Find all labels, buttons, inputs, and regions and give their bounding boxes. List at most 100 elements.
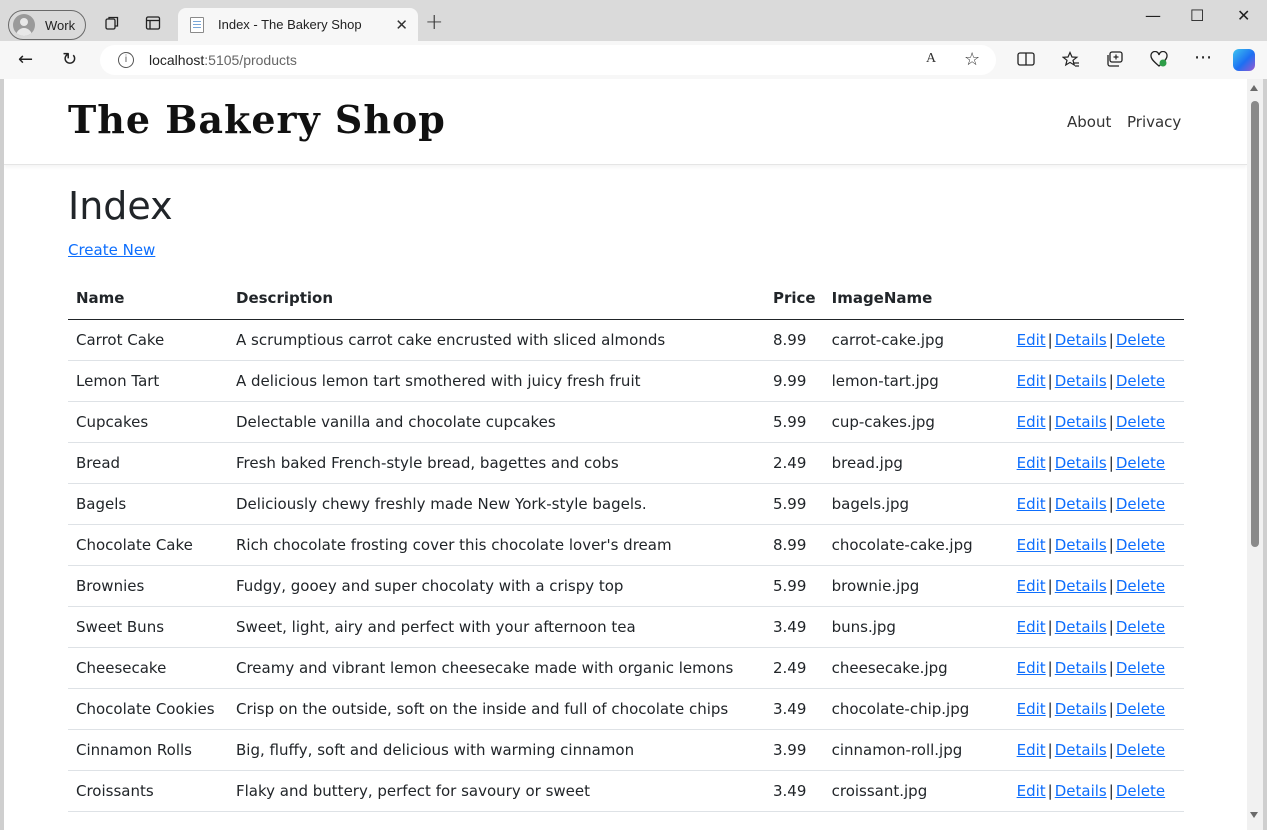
- row-actions-cell: Edit | Details | Delete: [1006, 770, 1184, 812]
- delete-link[interactable]: Delete: [1116, 618, 1165, 636]
- details-link[interactable]: Details: [1055, 495, 1107, 513]
- details-link[interactable]: Details: [1055, 331, 1107, 349]
- site-brand[interactable]: The Bakery Shop: [68, 97, 446, 142]
- details-link[interactable]: Details: [1055, 618, 1107, 636]
- new-tab-icon[interactable]: +: [425, 12, 443, 34]
- vertical-tabs-icon[interactable]: [144, 14, 162, 32]
- column-header-actions: [1006, 277, 1184, 320]
- delete-link[interactable]: Delete: [1116, 331, 1165, 349]
- create-new-link[interactable]: Create New: [68, 241, 155, 259]
- favorites-icon[interactable]: [1061, 51, 1080, 71]
- address-bar[interactable]: i localhost:5105/products A ☆: [100, 45, 996, 75]
- more-options-icon[interactable]: ⋯: [1194, 47, 1212, 68]
- row-actions-cell: Edit | Details | Delete: [1006, 319, 1184, 361]
- product-image-name-cell: carrot-cake.jpg: [823, 319, 1007, 361]
- delete-link[interactable]: Delete: [1116, 372, 1165, 390]
- row-actions-cell: Edit | Details | Delete: [1006, 606, 1184, 648]
- delete-link[interactable]: Delete: [1116, 741, 1165, 759]
- nav-privacy-link[interactable]: Privacy: [1127, 113, 1181, 131]
- url-host: localhost: [149, 52, 205, 68]
- details-link[interactable]: Details: [1055, 700, 1107, 718]
- product-description-cell: Delectable vanilla and chocolate cupcake…: [228, 401, 765, 443]
- collections-icon[interactable]: [1106, 51, 1124, 71]
- site-info-icon[interactable]: i: [118, 52, 134, 68]
- delete-link[interactable]: Delete: [1116, 782, 1165, 800]
- action-separator: |: [1108, 494, 1114, 513]
- browser-essentials-icon[interactable]: [1150, 50, 1168, 72]
- scroll-up-arrow-icon[interactable]: [1250, 85, 1258, 91]
- profile-button[interactable]: Work: [8, 10, 86, 40]
- close-tab-icon[interactable]: ✕: [395, 16, 408, 34]
- edit-link[interactable]: Edit: [1017, 700, 1046, 718]
- delete-link[interactable]: Delete: [1116, 413, 1165, 431]
- edit-link[interactable]: Edit: [1017, 577, 1046, 595]
- delete-link[interactable]: Delete: [1116, 495, 1165, 513]
- action-separator: |: [1108, 576, 1114, 595]
- product-name-cell: Cinnamon Rolls: [68, 729, 228, 771]
- product-image-name-cell: cup-cakes.jpg: [823, 401, 1007, 443]
- product-name-cell: Carrot Cake: [68, 319, 228, 361]
- table-row: Carrot Cake A scrumptious carrot cake enc…: [68, 319, 1184, 361]
- action-separator: |: [1047, 494, 1053, 513]
- maximize-icon[interactable]: ☐: [1190, 6, 1204, 25]
- edit-link[interactable]: Edit: [1017, 495, 1046, 513]
- details-link[interactable]: Details: [1055, 372, 1107, 390]
- product-description-cell: Deliciously chewy freshly made New York-…: [228, 483, 765, 525]
- details-link[interactable]: Details: [1055, 454, 1107, 472]
- edit-link[interactable]: Edit: [1017, 741, 1046, 759]
- row-actions-cell: Edit | Details | Delete: [1006, 524, 1184, 566]
- delete-link[interactable]: Delete: [1116, 454, 1165, 472]
- details-link[interactable]: Details: [1055, 536, 1107, 554]
- details-link[interactable]: Details: [1055, 741, 1107, 759]
- split-screen-icon[interactable]: [1017, 51, 1035, 71]
- scrollbar-thumb[interactable]: [1251, 101, 1259, 547]
- workspaces-icon[interactable]: [103, 14, 121, 32]
- delete-link[interactable]: Delete: [1116, 659, 1165, 677]
- action-separator: |: [1108, 658, 1114, 677]
- product-image-name-cell: croissant.jpg: [823, 770, 1007, 812]
- details-link[interactable]: Details: [1055, 659, 1107, 677]
- edit-link[interactable]: Edit: [1017, 331, 1046, 349]
- edit-link[interactable]: Edit: [1017, 454, 1046, 472]
- details-link[interactable]: Details: [1055, 413, 1107, 431]
- delete-link[interactable]: Delete: [1116, 536, 1165, 554]
- nav-about-link[interactable]: About: [1067, 113, 1111, 131]
- url-text[interactable]: localhost:5105/products: [149, 52, 297, 68]
- details-link[interactable]: Details: [1055, 782, 1107, 800]
- edit-link[interactable]: Edit: [1017, 659, 1046, 677]
- product-price-cell: 2.49: [765, 647, 824, 689]
- read-aloud-icon[interactable]: A: [926, 51, 936, 67]
- delete-link[interactable]: Delete: [1116, 577, 1165, 595]
- table-header-row: Name Description Price ImageName: [68, 277, 1184, 320]
- close-window-icon[interactable]: ✕: [1237, 6, 1250, 25]
- action-separator: |: [1108, 412, 1114, 431]
- table-row: Cupcakes Delectable vanilla and chocolate…: [68, 401, 1184, 443]
- product-description-cell: Rich chocolate frosting cover this choco…: [228, 524, 765, 566]
- product-image-name-cell: lemon-tart.jpg: [823, 360, 1007, 402]
- browser-tab-strip: Work Index - The Bakery Shop ✕ + — ☐ ✕: [0, 0, 1267, 41]
- page-viewport: The Bakery Shop About Privacy Index Crea…: [4, 79, 1247, 830]
- product-image-name-cell: cheesecake.jpg: [823, 647, 1007, 689]
- edit-link[interactable]: Edit: [1017, 618, 1046, 636]
- product-price-cell: 2.49: [765, 442, 824, 484]
- active-tab[interactable]: Index - The Bakery Shop ✕: [178, 8, 418, 41]
- edit-link[interactable]: Edit: [1017, 536, 1046, 554]
- product-price-cell: 3.49: [765, 770, 824, 812]
- product-name-cell: Lemon Tart: [68, 360, 228, 402]
- back-icon[interactable]: ←: [18, 50, 33, 70]
- table-row: Cheesecake Creamy and vibrant lemon chees…: [68, 647, 1184, 689]
- minimize-icon[interactable]: —: [1145, 6, 1161, 25]
- page-scrollbar[interactable]: [1247, 79, 1263, 830]
- product-image-name-cell: bagels.jpg: [823, 483, 1007, 525]
- action-separator: |: [1047, 740, 1053, 759]
- favorite-star-icon[interactable]: ☆: [964, 49, 980, 70]
- details-link[interactable]: Details: [1055, 577, 1107, 595]
- refresh-icon[interactable]: ↻: [62, 50, 77, 70]
- scroll-down-arrow-icon[interactable]: [1250, 812, 1258, 818]
- edit-link[interactable]: Edit: [1017, 413, 1046, 431]
- tab-title: Index - The Bakery Shop: [218, 17, 362, 32]
- edit-link[interactable]: Edit: [1017, 782, 1046, 800]
- copilot-icon[interactable]: [1233, 49, 1255, 71]
- edit-link[interactable]: Edit: [1017, 372, 1046, 390]
- delete-link[interactable]: Delete: [1116, 700, 1165, 718]
